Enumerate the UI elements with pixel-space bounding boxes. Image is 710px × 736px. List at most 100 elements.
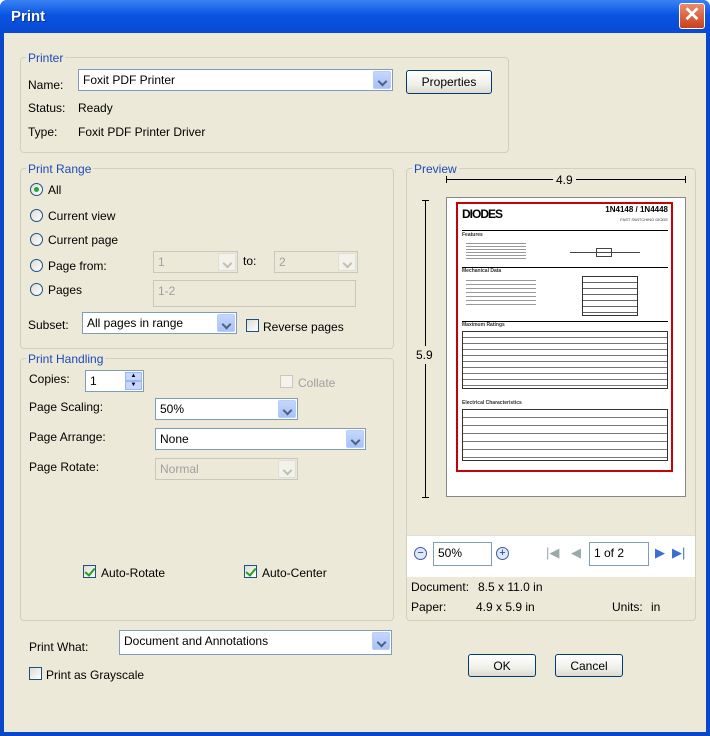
page-indicator: 1 of 2 — [594, 546, 625, 560]
zoom-value: 50% — [438, 546, 463, 560]
zoom-input[interactable]: 50% — [433, 542, 492, 566]
reverse-pages-checkbox[interactable] — [246, 319, 259, 332]
printer-group-label: Printer — [26, 51, 66, 65]
copies-stepper[interactable]: 1 ▲ ▼ — [85, 370, 144, 392]
preview-group-label: Preview — [412, 162, 459, 176]
page-arrange-label: Page Arrange: — [29, 430, 106, 444]
last-page-icon[interactable]: ▶| — [672, 545, 685, 561]
page-to-select[interactable]: 2 — [274, 251, 358, 273]
chevron-down-icon — [217, 314, 235, 332]
copies-value: 1 — [90, 374, 97, 388]
page-scaling-label: Page Scaling: — [29, 400, 104, 414]
preview-elec-heading: Electrical Characteristics — [462, 400, 522, 406]
page-rotate-label: Page Rotate: — [29, 460, 100, 474]
pages-value: 1-2 — [158, 284, 176, 298]
print-what-value: Document and Annotations — [124, 634, 269, 648]
subset-select[interactable]: All pages in range — [82, 312, 237, 334]
range-current-view-label[interactable]: Current view — [48, 209, 115, 223]
zoom-in-icon[interactable]: + — [496, 547, 509, 560]
next-page-icon[interactable]: ▶ — [655, 545, 665, 561]
printer-name-value: Foxit PDF Printer — [83, 73, 176, 87]
chevron-down-icon — [372, 632, 390, 650]
range-page-from-label[interactable]: Page from: — [48, 259, 107, 273]
dimension-tick — [685, 176, 686, 183]
properties-button[interactable]: Properties — [406, 70, 492, 94]
range-current-page-label[interactable]: Current page — [48, 233, 118, 247]
dimension-tick — [422, 497, 429, 498]
title-bar: Print — [0, 0, 710, 33]
preview-page: DIODES 1N4148 / 1N4448 FAST SWITCHING DI… — [446, 197, 686, 497]
preview-ratings-heading: Maximum Ratings — [462, 322, 505, 328]
stepper-up-icon[interactable]: ▲ — [125, 372, 142, 381]
preview-diode-body — [596, 248, 612, 257]
preview-subtitle: FAST SWITCHING DIODE — [620, 217, 668, 222]
auto-center-checkbox[interactable] — [244, 565, 257, 578]
pages-input[interactable]: 1-2 — [153, 280, 356, 307]
units-label: Units: — [612, 600, 643, 614]
range-current-page-radio[interactable] — [30, 233, 43, 246]
preview-elec-table — [462, 409, 668, 461]
printer-status-label: Status: — [28, 101, 66, 115]
dimension-tick — [446, 176, 447, 183]
reverse-pages-label[interactable]: Reverse pages — [263, 320, 344, 334]
cancel-button[interactable]: Cancel — [555, 654, 623, 677]
subset-value: All pages in range — [87, 316, 184, 330]
range-current-view-radio[interactable] — [30, 209, 43, 222]
grayscale-checkbox[interactable] — [29, 667, 42, 680]
preview-dimension-table — [582, 276, 638, 316]
preview-part-number: 1N4148 / 1N4448 — [605, 205, 668, 214]
diodes-logo: DIODES — [462, 207, 503, 221]
auto-rotate-checkbox[interactable] — [83, 565, 96, 578]
page-arrange-select[interactable]: None — [155, 428, 366, 450]
copies-label: Copies: — [29, 372, 70, 386]
dialog-title: Print — [11, 8, 46, 25]
chevron-down-icon — [218, 253, 236, 271]
grayscale-label[interactable]: Print as Grayscale — [46, 668, 144, 682]
print-dialog: Print ✕ Printer Name: Foxit PDF Printer … — [0, 0, 710, 736]
zoom-out-icon[interactable]: − — [414, 547, 427, 560]
page-arrange-value: None — [160, 432, 189, 446]
range-all-radio[interactable] — [30, 183, 43, 196]
range-all-label[interactable]: All — [48, 183, 61, 197]
range-pages-radio[interactable] — [30, 283, 43, 296]
to-label: to: — [243, 254, 257, 268]
collate-label[interactable]: Collate — [298, 376, 335, 390]
document-size-label: Document: — [411, 580, 470, 594]
close-button[interactable]: ✕ — [679, 3, 705, 29]
printer-name-label: Name: — [28, 78, 64, 92]
page-from-select[interactable]: 1 — [153, 251, 238, 273]
print-range-group-label: Print Range — [26, 162, 94, 176]
print-what-select[interactable]: Document and Annotations — [119, 630, 392, 655]
page-input[interactable]: 1 of 2 — [589, 542, 649, 566]
print-handling-group-label: Print Handling — [26, 352, 106, 366]
page-scaling-select[interactable]: 50% — [155, 398, 298, 420]
previous-page-icon[interactable]: ◀ — [571, 545, 581, 561]
collate-checkbox[interactable] — [280, 375, 293, 388]
rule — [462, 230, 668, 231]
print-what-label: Print What: — [29, 640, 89, 654]
units-value: in — [651, 600, 661, 614]
auto-center-label[interactable]: Auto-Center — [262, 566, 327, 580]
chevron-down-icon — [373, 71, 391, 89]
paper-size-label: Paper: — [411, 600, 447, 614]
range-page-from-radio[interactable] — [30, 259, 43, 272]
auto-rotate-label[interactable]: Auto-Rotate — [101, 566, 165, 580]
stepper-down-icon[interactable]: ▼ — [125, 381, 142, 390]
ok-button[interactable]: OK — [468, 654, 536, 677]
printer-type-label: Type: — [28, 125, 58, 139]
page-rotate-select[interactable]: Normal — [155, 458, 298, 480]
first-page-icon[interactable]: |◀ — [546, 545, 559, 561]
chevron-down-icon — [278, 460, 296, 478]
page-rotate-value: Normal — [160, 462, 199, 476]
page-from-value: 1 — [158, 255, 165, 269]
page-scaling-value: 50% — [160, 402, 185, 416]
document-size-value: 8.5 x 11.0 in — [478, 580, 543, 594]
printer-name-select[interactable]: Foxit PDF Printer — [78, 69, 393, 91]
printer-status-value: Ready — [78, 101, 113, 115]
range-pages-label[interactable]: Pages — [48, 283, 82, 297]
chevron-down-icon — [346, 430, 364, 448]
subset-label: Subset: — [28, 318, 69, 332]
height-dimension-label: 5.9 — [416, 346, 433, 364]
printer-type-value: Foxit PDF Printer Driver — [78, 125, 206, 139]
page-to-value: 2 — [279, 255, 286, 269]
